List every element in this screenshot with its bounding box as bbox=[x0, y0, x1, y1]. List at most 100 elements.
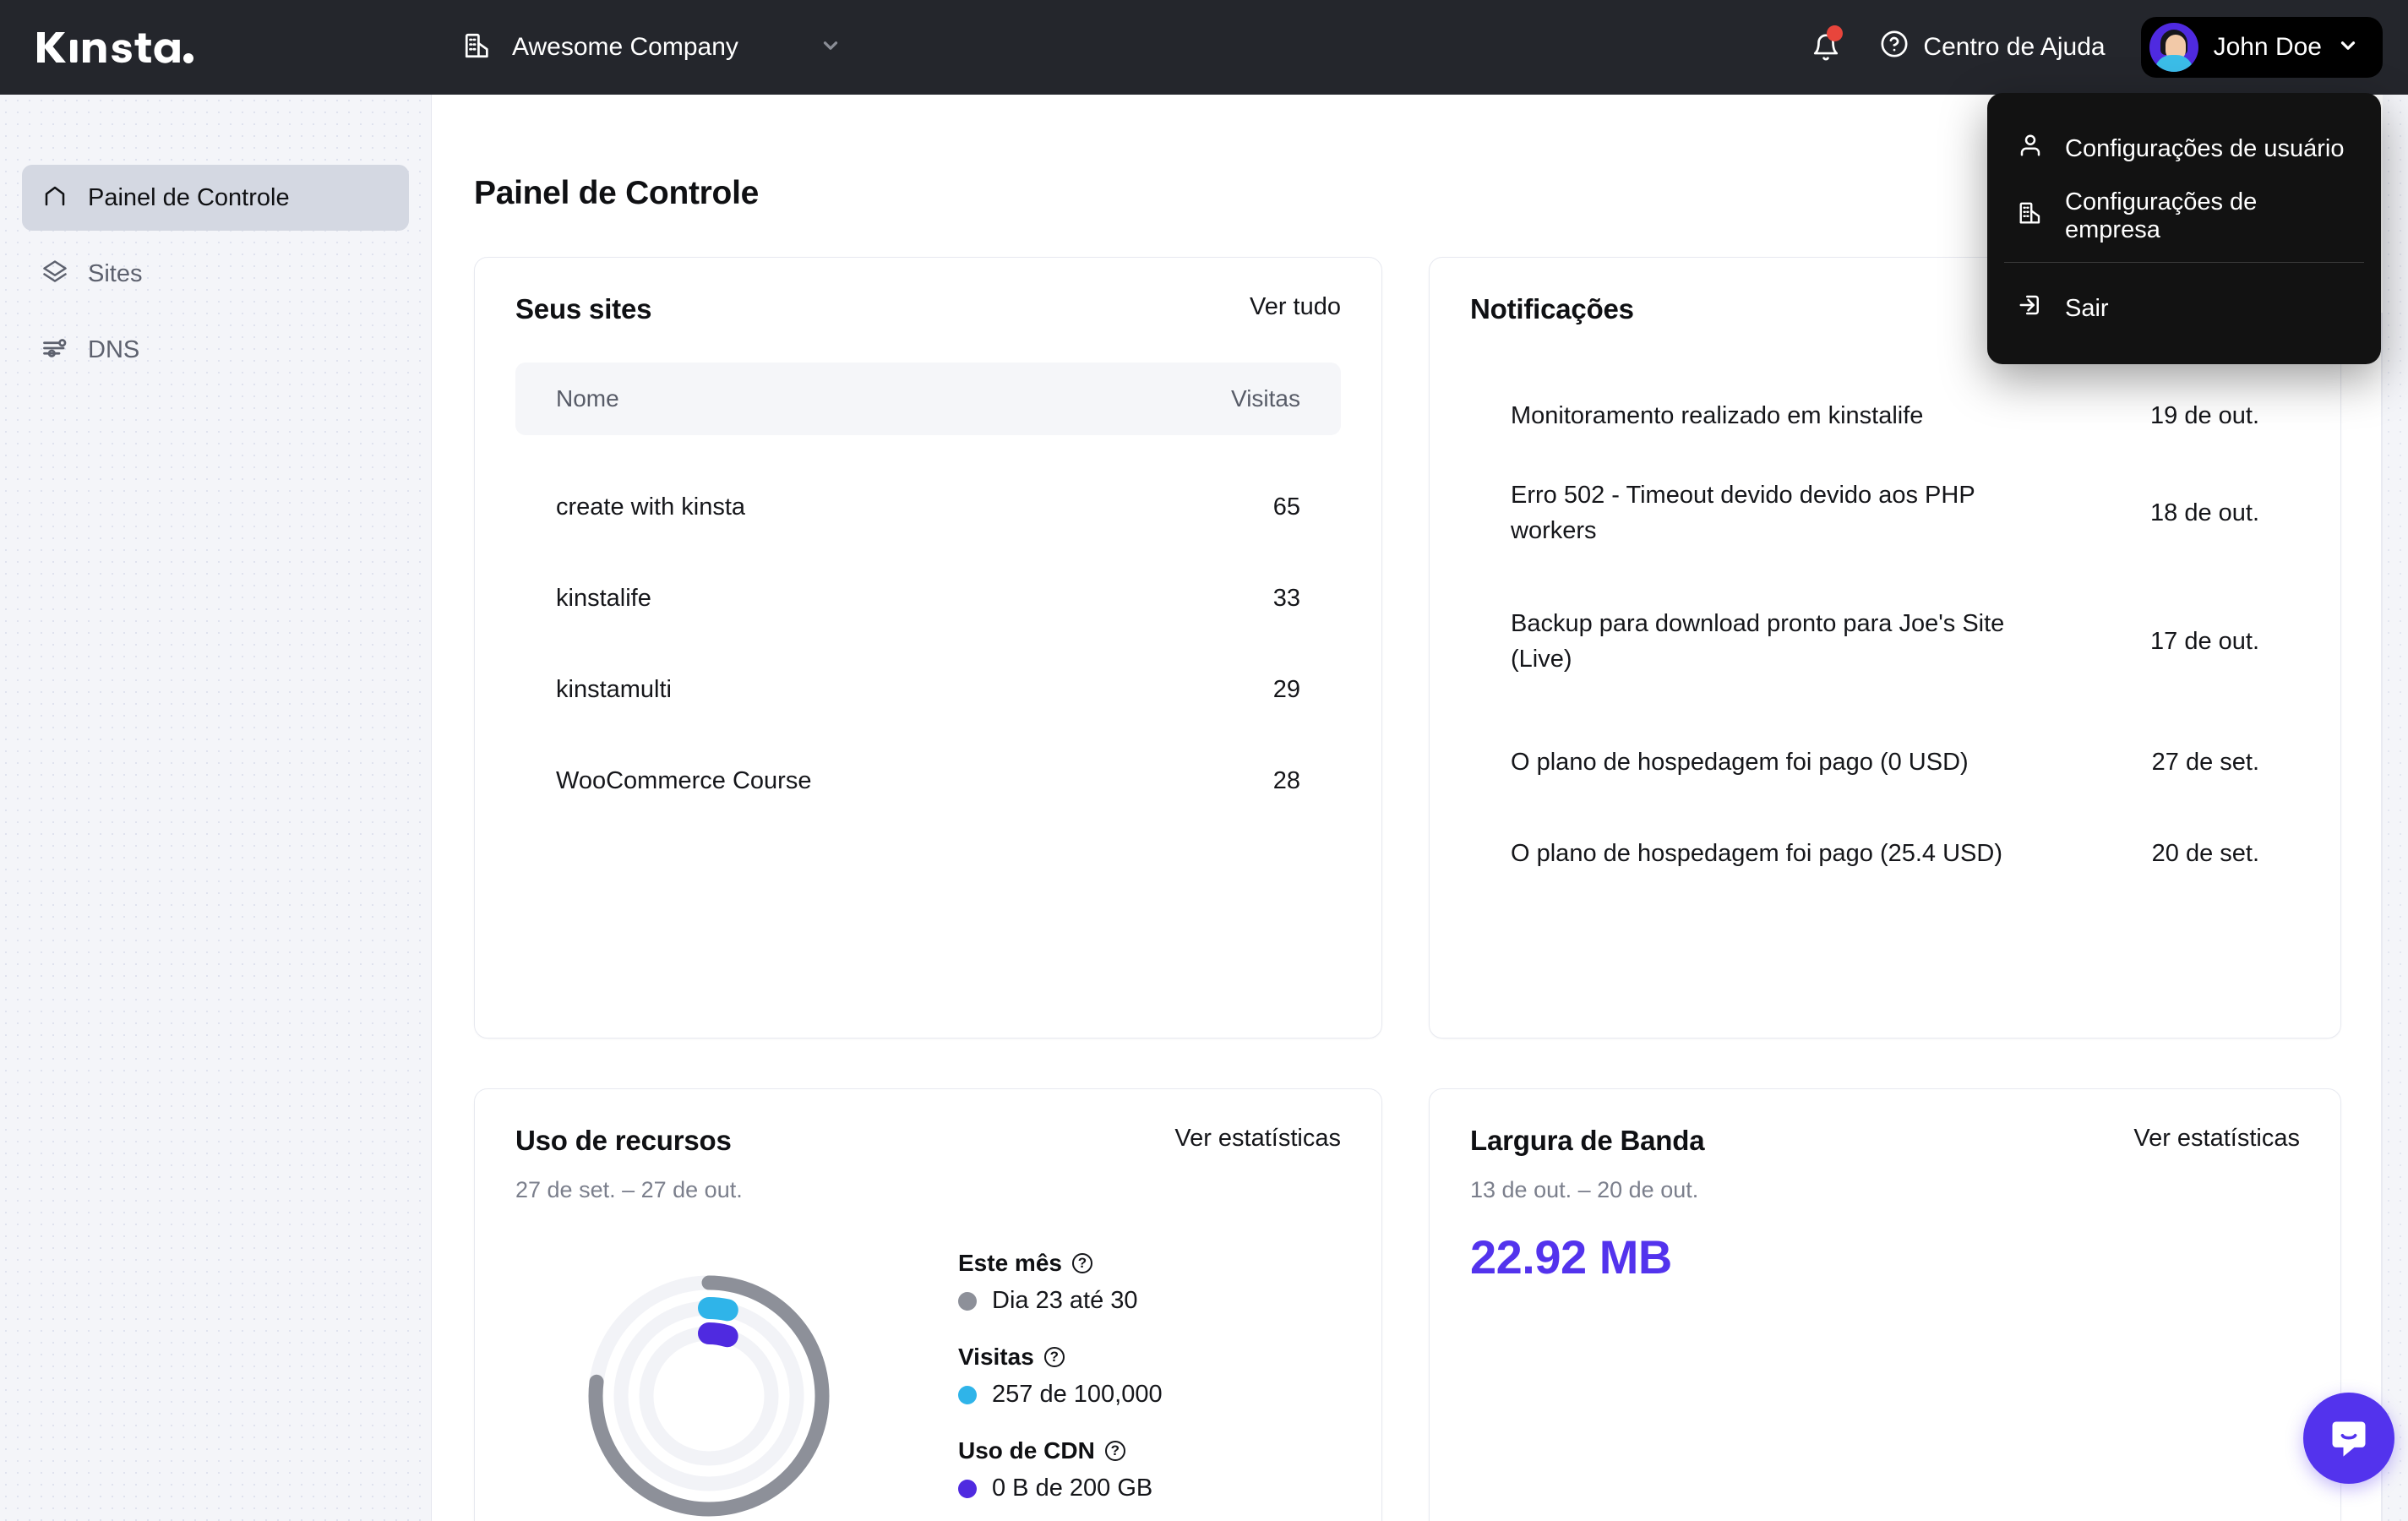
building-icon bbox=[463, 31, 492, 64]
resource-usage-card: Uso de recursos Ver estatísticas 27 de s… bbox=[474, 1088, 1382, 1521]
card-header: Seus sites Ver tudo bbox=[515, 293, 1341, 325]
legend-label: Visitas bbox=[958, 1344, 1034, 1370]
site-name: create with kinsta bbox=[556, 493, 746, 521]
layers-icon bbox=[42, 259, 68, 289]
user-menu-button[interactable]: John Doe bbox=[2140, 17, 2383, 78]
usage-legend: Este mês ? Dia 23 até 30 Visitas ? 257 d… bbox=[958, 1250, 1321, 1521]
page-right-edge bbox=[2383, 95, 2408, 1521]
card-header: Uso de recursos Ver estatísticas bbox=[515, 1125, 1341, 1157]
help-tooltip-icon[interactable]: ? bbox=[1043, 1347, 1065, 1367]
usage-donut-chart bbox=[578, 1265, 840, 1521]
column-header-name: Nome bbox=[556, 385, 619, 412]
table-row[interactable]: kinstamulti 29 bbox=[556, 675, 1300, 703]
date-range-label: 13 de out. – 20 de out. bbox=[1470, 1177, 1699, 1202]
legend-value: 257 de 100,000 bbox=[992, 1381, 1163, 1408]
sidebar-item-label: DNS bbox=[88, 335, 140, 363]
notification-item[interactable]: Backup para download pronto para Joe's S… bbox=[1511, 606, 2259, 677]
sidebar-item-dns[interactable]: DNS bbox=[22, 317, 409, 383]
help-tooltip-icon[interactable]: ? bbox=[1071, 1253, 1092, 1273]
legend-label: Uso de CDN bbox=[958, 1437, 1095, 1464]
date-range-label: 27 de set. – 27 de out. bbox=[515, 1177, 743, 1202]
user-name-label: John Doe bbox=[2213, 33, 2322, 61]
card-header: Largura de Banda Ver estatísticas bbox=[1470, 1125, 2300, 1157]
topbar-right-actions: Centro de Ajuda John Doe bbox=[1790, 0, 2383, 95]
card-title: Uso de recursos bbox=[515, 1125, 732, 1156]
logout-icon bbox=[2018, 292, 2043, 324]
view-stats-link[interactable]: Ver estatísticas bbox=[1174, 1125, 1341, 1153]
notification-text: O plano de hospedagem foi pago (0 USD) bbox=[1511, 749, 1969, 776]
legend-block-month: Este mês ? Dia 23 até 30 bbox=[958, 1250, 1321, 1315]
your-sites-card: Seus sites Ver tudo Nome Visitas create … bbox=[474, 257, 1382, 1039]
scrollbar-track[interactable] bbox=[2381, 313, 2383, 1521]
legend-color-dot bbox=[958, 1385, 977, 1404]
bandwidth-line-chart bbox=[1430, 1510, 2340, 1521]
site-visits: 65 bbox=[1272, 493, 1300, 521]
user-dropdown-menu: Configurações de usuário Configurações d… bbox=[1987, 93, 2381, 364]
site-name: WooCommerce Course bbox=[556, 766, 812, 794]
notification-date: 20 de set. bbox=[2151, 839, 2259, 867]
intercom-chat-button[interactable] bbox=[2303, 1393, 2394, 1484]
chat-icon bbox=[2332, 1421, 2366, 1457]
company-name: Awesome Company bbox=[512, 33, 738, 61]
sidebar-item-sites[interactable]: Sites bbox=[22, 241, 409, 307]
notification-item[interactable]: O plano de hospedagem foi pago (0 USD) 2… bbox=[1511, 744, 2259, 780]
bandwidth-total-value: 22.92 MB bbox=[1470, 1230, 1672, 1284]
notifications-card: Notificações Ver tudo Monitoramento real… bbox=[1429, 257, 2341, 1039]
help-circle-icon bbox=[1880, 30, 1909, 65]
notification-badge-dot bbox=[1827, 25, 1844, 41]
notification-date: 27 de set. bbox=[2151, 748, 2259, 776]
menu-item-user-settings[interactable]: Configurações de usuário bbox=[1987, 115, 2381, 183]
menu-item-logout[interactable]: Sair bbox=[1987, 275, 2381, 342]
chevron-down-icon[interactable] bbox=[820, 35, 842, 61]
help-center-button[interactable]: Centro de Ajuda bbox=[1861, 0, 2123, 95]
help-tooltip-icon[interactable]: ? bbox=[1104, 1441, 1125, 1461]
dns-icon bbox=[42, 335, 68, 365]
notification-item[interactable]: Erro 502 - Timeout devido devido aos PHP… bbox=[1511, 477, 2259, 548]
notification-item[interactable]: O plano de hospedagem foi pago (25.4 USD… bbox=[1511, 836, 2259, 871]
legend-block-visits: Visitas ? 257 de 100,000 bbox=[958, 1344, 1321, 1409]
menu-item-label: Configurações de empresa bbox=[2065, 188, 2258, 243]
legend-value: 0 B de 200 GB bbox=[992, 1475, 1153, 1502]
chevron-down-icon[interactable] bbox=[2337, 35, 2359, 61]
legend-label: Este mês bbox=[958, 1250, 1062, 1276]
notification-text: Backup para download pronto para Joe's S… bbox=[1511, 610, 2005, 673]
menu-divider bbox=[2004, 262, 2364, 263]
notification-text: Monitoramento realizado em kinstalife bbox=[1511, 402, 1924, 429]
notifications-button[interactable] bbox=[1790, 0, 1861, 95]
notification-date: 19 de out. bbox=[2150, 401, 2259, 429]
legend-color-dot bbox=[958, 1479, 977, 1498]
menu-item-label: Configurações de usuário bbox=[2065, 134, 2345, 162]
notification-text: Erro 502 - Timeout devido devido aos PHP… bbox=[1511, 482, 1975, 545]
card-title: Notificações bbox=[1470, 293, 1634, 324]
sidebar-item-label: Sites bbox=[88, 259, 143, 287]
site-visits: 33 bbox=[1272, 584, 1300, 612]
legend-color-dot bbox=[958, 1291, 977, 1311]
table-header: Nome Visitas bbox=[515, 363, 1341, 435]
card-title: Largura de Banda bbox=[1470, 1125, 1705, 1156]
view-stats-link[interactable]: Ver estatísticas bbox=[2133, 1125, 2300, 1153]
legend-block-cdn: Uso de CDN ? 0 B de 200 GB bbox=[958, 1437, 1321, 1502]
notification-item[interactable]: Monitoramento realizado em kinstalife 19… bbox=[1511, 398, 2259, 433]
help-center-label: Centro de Ajuda bbox=[1923, 33, 2106, 61]
sidebar-item-dashboard[interactable]: Painel de Controle bbox=[22, 165, 409, 231]
menu-item-company-settings[interactable]: Configurações de empresa bbox=[1987, 183, 2381, 250]
menu-item-label: Sair bbox=[2065, 294, 2109, 322]
view-all-link[interactable]: Ver tudo bbox=[1250, 293, 1341, 321]
table-row[interactable]: create with kinsta 65 bbox=[556, 493, 1300, 521]
notification-text: O plano de hospedagem foi pago (25.4 USD… bbox=[1511, 840, 2002, 867]
site-visits: 29 bbox=[1272, 675, 1300, 703]
home-icon bbox=[42, 183, 68, 213]
company-selector[interactable]: Awesome Company bbox=[446, 17, 858, 78]
avatar bbox=[2149, 23, 2198, 72]
kinsta-logo[interactable] bbox=[35, 29, 196, 66]
user-icon bbox=[2018, 133, 2043, 165]
building-icon bbox=[2018, 200, 2043, 232]
sidebar-item-label: Painel de Controle bbox=[88, 183, 290, 211]
notification-date: 18 de out. bbox=[2150, 499, 2259, 526]
site-visits: 28 bbox=[1272, 766, 1300, 794]
sidebar: Painel de Controle Sites DNS bbox=[0, 95, 432, 1521]
table-row[interactable]: WooCommerce Course 28 bbox=[556, 766, 1300, 794]
notification-date: 17 de out. bbox=[2150, 627, 2259, 655]
table-row[interactable]: kinstalife 33 bbox=[556, 584, 1300, 612]
legend-value: Dia 23 até 30 bbox=[992, 1287, 1138, 1314]
